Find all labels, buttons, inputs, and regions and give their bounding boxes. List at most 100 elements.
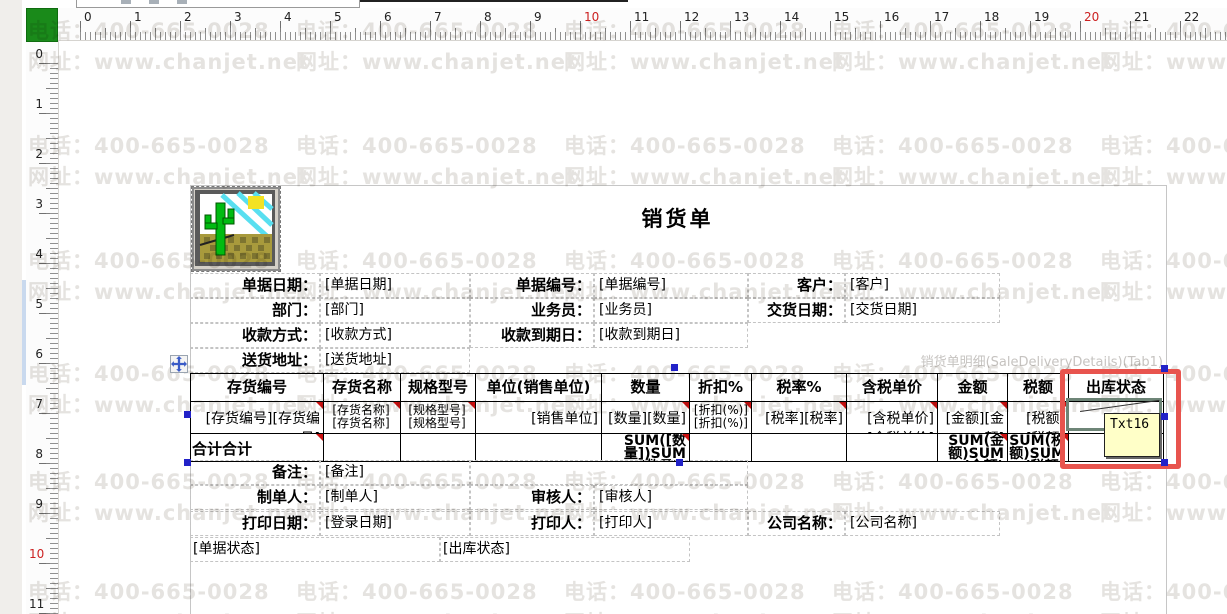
ruler-minor-ticks	[50, 63, 58, 614]
column-total-cell[interactable]	[324, 434, 400, 461]
formula-marker	[393, 402, 400, 409]
field-value[interactable]: [业务员]	[594, 298, 748, 323]
field-label[interactable]: 业务员：	[470, 298, 594, 323]
doc-status-field[interactable]: [单据状态]	[190, 537, 440, 562]
field-label[interactable]: 收款到期日：	[470, 323, 594, 348]
watermark-text: 电话：400-665-0028	[564, 134, 806, 158]
field-value[interactable]: [收款方式]	[320, 323, 470, 348]
v-ruler-number: 6	[35, 347, 43, 361]
selection-resize-handle[interactable]	[184, 411, 191, 418]
column-value-cell[interactable]: [存货名称][存货名称]	[324, 402, 400, 434]
field-value[interactable]: [部门]	[320, 298, 470, 323]
column-value-cell[interactable]: [折扣(%)][折扣(%)]	[690, 402, 751, 434]
column-header[interactable]: 含税单价	[847, 374, 937, 402]
total-row-label[interactable]: 合计合计	[191, 434, 323, 461]
ruler-origin-button[interactable]	[26, 8, 58, 42]
column-header[interactable]: 金额	[938, 374, 1007, 402]
h-ruler-number: 2	[184, 10, 192, 24]
field-value[interactable]: [单据编号]	[594, 273, 748, 298]
field-label[interactable]: 打印日期：	[190, 511, 320, 536]
horizontal-ruler[interactable]: 0 1 2 3 4 5 6 7 8 9 10 11 12 13 14 15 16 17 18 19 20 21 22	[58, 8, 1227, 41]
formula-marker	[316, 402, 323, 409]
column-header[interactable]: 存货名称	[324, 374, 400, 402]
selection-resize-handle[interactable]	[676, 459, 683, 466]
selection-resize-handle[interactable]	[1161, 459, 1168, 466]
field-value[interactable]: [送货地址]	[320, 348, 470, 373]
watermark-text: 网址：www.chanjet.net	[296, 50, 578, 74]
vertical-ruler[interactable]: 0 1 2 3 4 5 6 7 8 9 10 11	[26, 40, 59, 614]
field-label[interactable]: 部门：	[190, 298, 320, 323]
column-value-cell[interactable]: [数量][数量]	[602, 402, 689, 434]
field-label[interactable]: 单据日期：	[190, 273, 320, 298]
field-row-1: 单据日期： [单据日期] 单据编号： [单据编号] 客户： [客户]	[190, 273, 1000, 298]
column-total-cell[interactable]	[847, 434, 937, 461]
column-total-cell[interactable]	[401, 434, 475, 461]
report-title[interactable]: 销货单	[190, 204, 1165, 234]
v-ruler-number: 9	[35, 497, 43, 511]
field-value[interactable]: [单据日期]	[320, 273, 470, 298]
field-label[interactable]: 审核人：	[470, 485, 594, 510]
table-move-handle[interactable]	[170, 355, 188, 373]
field-value[interactable]: [制单人]	[320, 485, 470, 510]
field-value[interactable]: [审核人]	[594, 485, 748, 510]
h-ruler-number: 5	[334, 10, 342, 24]
outbound-status-field[interactable]: [出库状态]	[440, 537, 690, 562]
table-column: 存货编号[存货编号][存货编号]合计合计	[191, 374, 324, 461]
field-label[interactable]: 打印人：	[470, 511, 594, 536]
column-value-cell[interactable]: [含税单价][含税单价]	[847, 402, 937, 434]
selection-resize-handle[interactable]	[671, 364, 678, 371]
column-header[interactable]: 税额	[1008, 374, 1068, 402]
v-ruler-number: 1	[35, 97, 43, 111]
field-label[interactable]: 收款方式：	[190, 323, 320, 348]
toolbar-icon-fragment	[149, 0, 159, 4]
field-label[interactable]: 备注：	[190, 460, 320, 485]
column-value-cell[interactable]: [税率][税率]	[752, 402, 846, 434]
field-label[interactable]: 制单人：	[190, 485, 320, 510]
selected-control-name-tag[interactable]: Txt16	[1104, 413, 1160, 457]
selection-resize-handle[interactable]	[1161, 413, 1168, 420]
column-value-cell[interactable]: [存货编号][存货编号]	[191, 402, 323, 434]
column-total-cell[interactable]	[690, 434, 751, 461]
selection-resize-handle[interactable]	[184, 459, 191, 466]
column-header[interactable]: 规格型号	[401, 374, 475, 402]
h-ruler-number: 21	[1134, 10, 1150, 24]
field-value[interactable]: [交货日期]	[845, 298, 1000, 323]
column-value-cell[interactable]: [销售单位]	[476, 402, 601, 434]
field-value[interactable]: [备注]	[320, 460, 470, 485]
watermark-text: 电话：400-665-0028	[832, 134, 1074, 158]
field-label[interactable]: 交货日期：	[748, 298, 845, 323]
field-label[interactable]: 公司名称：	[748, 511, 845, 536]
field-value[interactable]: [客户]	[845, 273, 1000, 298]
column-header[interactable]: 税率%	[752, 374, 846, 402]
column-total-cell[interactable]: SUM([数量])SUM([数量])	[602, 434, 689, 461]
detail-table[interactable]: 存货编号[存货编号][存货编号]合计合计存货名称[存货名称][存货名称]规格型号…	[190, 373, 1164, 462]
column-total-cell[interactable]: SUM(税额)SUM(税额)	[1008, 434, 1068, 461]
field-value[interactable]: [公司名称]	[845, 511, 1000, 536]
h-ruler-number: 1	[134, 10, 142, 24]
column-value-cell[interactable]: [税额][税额]	[1008, 402, 1068, 434]
field-value[interactable]: [登录日期]	[320, 511, 470, 536]
column-value-cell[interactable]: [金额][金额]	[938, 402, 1007, 434]
column-header[interactable]: 数量	[602, 374, 689, 402]
field-value[interactable]: [打印人]	[594, 511, 748, 536]
column-header[interactable]: 折扣%	[690, 374, 751, 402]
field-label[interactable]: 单据编号：	[470, 273, 594, 298]
column-header[interactable]: 存货编号	[191, 374, 323, 402]
v-ruler-number: 0	[35, 47, 43, 61]
column-total-cell[interactable]	[752, 434, 846, 461]
column-total-cell[interactable]	[476, 434, 601, 461]
field-label[interactable]: 送货地址：	[190, 348, 320, 373]
selection-resize-handle[interactable]	[1161, 365, 1168, 372]
h-ruler-number: 18	[984, 10, 1000, 24]
v-ruler-number: 8	[35, 447, 43, 461]
empty-field-cell[interactable]	[470, 460, 748, 485]
column-value-cell[interactable]: [规格型号][规格型号]	[401, 402, 475, 434]
column-total-cell[interactable]: SUM(金额)SUM(金额)	[938, 434, 1007, 461]
column-header[interactable]: 单位(销售单位)	[476, 374, 601, 402]
h-ruler-number: 3	[234, 10, 242, 24]
field-label[interactable]: 客户：	[748, 273, 845, 298]
table-column: 税率% [税率][税率]	[752, 374, 847, 461]
table-column: 金额[金额][金额]SUM(金额)SUM(金额)	[938, 374, 1008, 461]
watermark-text: 网址：www.chanjet.net	[564, 50, 846, 74]
field-value[interactable]: [收款到期日]	[594, 323, 748, 348]
